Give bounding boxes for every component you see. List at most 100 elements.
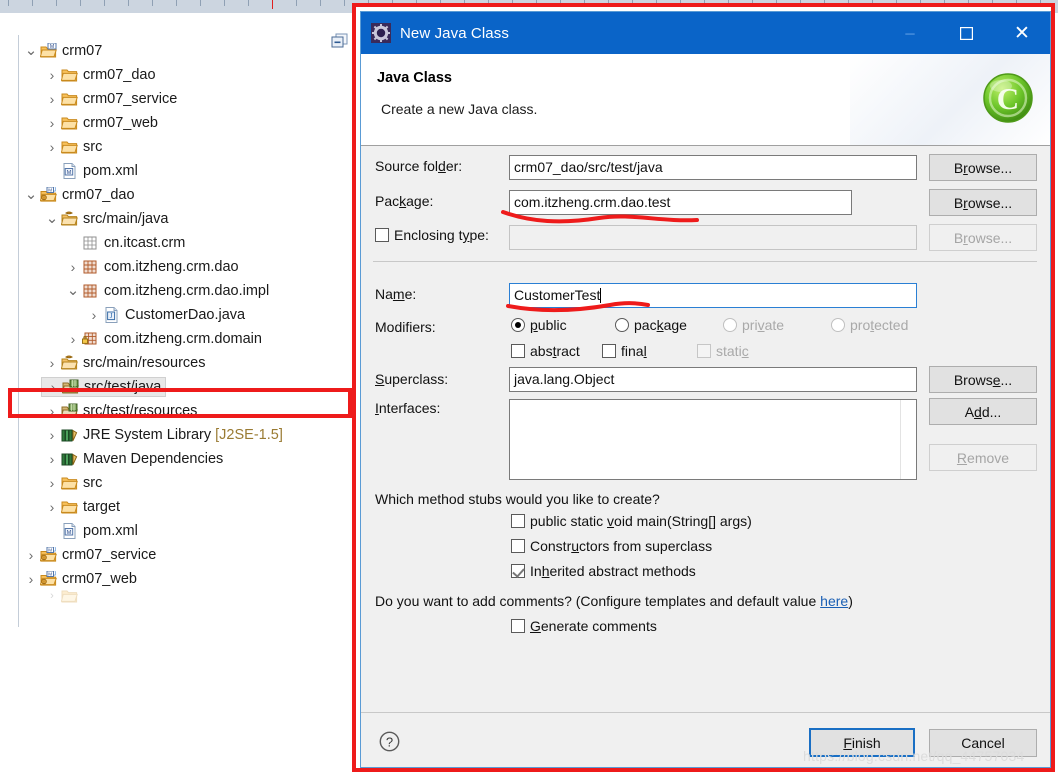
tree-item-cn-itcast-crm[interactable]: cn.itcast.crm [0, 231, 352, 255]
interfaces-listbox[interactable] [509, 399, 917, 480]
svg-text:?: ? [386, 734, 393, 749]
tree-item-jre-system-library[interactable]: › JRE System Library [J2SE-1.5] [0, 423, 352, 447]
tree-item-customerdao-java[interactable]: › J CustomerDao.java [0, 303, 352, 327]
tree-item-hit[interactable]: › JRE System Library [J2SE-1.5] [45, 425, 283, 445]
chevron-down-icon[interactable]: ⌄ [45, 211, 59, 226]
chevron-down-icon[interactable]: ⌄ [24, 187, 38, 202]
tree-item-hit[interactable]: › Maven Dependencies [45, 447, 224, 471]
modifier-radio-package[interactable]: package [615, 317, 687, 333]
tree-item-hit[interactable]: › crm07_dao [45, 65, 156, 85]
tree-item-crm07-dao[interactable]: ⌄ M J! crm07_dao [0, 183, 352, 207]
generate-comments-checkbox[interactable]: Generate comments [511, 618, 657, 634]
modifier-checkbox-label: final [621, 343, 647, 359]
tree-item-maven-dependencies[interactable]: › Maven Dependencies [0, 447, 352, 471]
package-browse-button[interactable]: Br owse... [929, 189, 1037, 216]
tree-item-pom-xml[interactable]: Mpom.xml [0, 519, 352, 543]
tree-item-hit[interactable]: › [45, 586, 82, 606]
chevron-down-icon[interactable]: ⌄ [24, 43, 38, 58]
tree-item-crm07[interactable]: ⌄ Mcrm07 [0, 39, 352, 63]
maximize-button[interactable] [938, 12, 994, 54]
generate-comments-row: Generate comments [511, 618, 657, 636]
method-stub-checkbox-inherited-abstract-methods[interactable]: Inherited abstract methods [511, 563, 696, 579]
package-input[interactable]: com.itzheng.crm.dao.test [509, 190, 852, 215]
tree-item-hit[interactable]: ⌄ com.itzheng.crm.dao.impl [66, 281, 270, 301]
chevron-right-icon[interactable]: › [45, 351, 59, 375]
tree-item-src[interactable]: › src [0, 135, 352, 159]
checkbox-indicator [511, 514, 525, 528]
tree-item-hit[interactable]: › src/main/resources [45, 351, 206, 375]
chevron-right-icon[interactable]: › [66, 327, 80, 351]
tree-item-crm07-service[interactable]: › crm07_service [0, 87, 352, 111]
tree-item-src[interactable]: › src [0, 471, 352, 495]
method-stub-checkbox-public-static-void-main-string-args-[interactable]: public static void main(String[] args) [511, 513, 752, 529]
chevron-right-icon[interactable]: › [45, 423, 59, 447]
enclosing-type-row[interactable]: Enclosing type: [375, 227, 489, 243]
name-input[interactable]: CustomerTest [509, 283, 917, 308]
modifier-checkbox-label: abstract [530, 343, 580, 359]
tree-item-crm07-web[interactable]: › crm07_web [0, 111, 352, 135]
configure-templates-link[interactable]: here [820, 593, 848, 609]
tree-item-hit[interactable]: cn.itcast.crm [66, 233, 185, 253]
modifier-radio-public[interactable]: public [511, 317, 567, 333]
chevron-right-icon[interactable]: › [45, 447, 59, 471]
chevron-right-icon[interactable]: › [45, 87, 59, 111]
method-stub-checkbox-constructors-from-superclass[interactable]: Constructors from superclass [511, 538, 712, 554]
superclass-input[interactable]: java.lang.Object [509, 367, 917, 392]
chevron-right-icon[interactable]: › [66, 255, 80, 279]
tree-item-hit[interactable]: Mpom.xml [45, 521, 138, 541]
tree-item-hit[interactable]: › src [45, 471, 103, 495]
chevron-right-icon[interactable]: › [45, 495, 59, 519]
modifier-checkbox-abstract[interactable]: abstract [511, 343, 580, 359]
enclosing-type-checkbox[interactable]: Enclosing type: [375, 227, 489, 243]
tree-item-com-itzheng-crm-domain[interactable]: › com.itzheng.crm.domain [0, 327, 352, 351]
chevron-right-icon[interactable]: › [24, 543, 38, 567]
tree-item-hit[interactable]: Mpom.xml [45, 161, 138, 181]
modifier-radio-label: package [634, 317, 687, 333]
chevron-right-icon[interactable]: › [45, 63, 59, 87]
tree-item-hit[interactable]: › crm07_web [45, 113, 158, 133]
chevron-right-icon[interactable]: › [45, 584, 59, 608]
tree-item-hit[interactable]: › com.itzheng.crm.domain [66, 329, 262, 349]
tree-item-crm07-service[interactable]: › M J! crm07_service [0, 543, 352, 567]
tree-item-hit[interactable]: › com.itzheng.crm.dao [66, 257, 239, 277]
minimize-button[interactable]: ─ [882, 12, 938, 54]
chevron-right-icon[interactable]: › [45, 471, 59, 495]
library-icon [59, 451, 79, 467]
project-tree[interactable]: ⌄ Mcrm07 › crm07_dao › crm07_service › crm07_we… [0, 39, 352, 603]
tree-item-hit[interactable]: › target [45, 497, 120, 517]
tree-item-hit[interactable]: › M J! crm07_service [24, 545, 156, 565]
interfaces-listbox-scroll-track[interactable] [900, 400, 901, 479]
tree-item-com-itzheng-crm-dao[interactable]: › com.itzheng.crm.dao [0, 255, 352, 279]
tree-item-hit[interactable]: › src [45, 135, 103, 159]
folder-icon [59, 475, 79, 491]
tree-item-crm07-dao[interactable]: › crm07_dao [0, 63, 352, 87]
chevron-down-icon[interactable]: ⌄ [66, 283, 80, 298]
help-question-icon[interactable]: ? [379, 731, 400, 752]
tree-item-hit[interactable]: ⌄ src/main/java [45, 209, 169, 229]
package-icon [80, 259, 100, 275]
superclass-row: Superclass: [375, 371, 448, 387]
tree-item-src-main-java[interactable]: ⌄ src/main/java [0, 207, 352, 231]
modifier-checkbox-final[interactable]: final [602, 343, 647, 359]
svg-text:M: M [67, 170, 72, 176]
close-button[interactable]: ✕ [994, 12, 1050, 54]
tree-item-target[interactable]: › target [0, 495, 352, 519]
tree-item-src-main-resources[interactable]: › src/main/resources [0, 351, 352, 375]
chevron-right-icon[interactable]: › [45, 111, 59, 135]
interfaces-add-button[interactable]: Ad d... [929, 398, 1037, 425]
source-folder-input[interactable]: crm07_dao/src/test/java [509, 155, 917, 180]
tree-item-hit[interactable]: › crm07_service [45, 87, 178, 111]
chevron-right-icon[interactable]: › [45, 135, 59, 159]
source-folder-browse-button[interactable]: Br owse... [929, 154, 1037, 181]
svg-text:J: J [54, 547, 57, 553]
chevron-right-icon[interactable]: › [87, 303, 101, 327]
chevron-right-icon[interactable]: › [24, 567, 38, 591]
tree-item-partial[interactable]: › [0, 590, 352, 603]
folder-icon [59, 139, 79, 155]
tree-item-hit[interactable]: ⌄ Mcrm07 [24, 41, 102, 61]
tree-item-pom-xml[interactable]: Mpom.xml [0, 159, 352, 183]
tree-item-hit[interactable]: › J CustomerDao.java [87, 305, 245, 325]
superclass-browse-button[interactable]: Brows e... [929, 366, 1037, 393]
tree-item-hit[interactable]: ⌄ M J! crm07_dao [24, 185, 135, 205]
tree-item-com-itzheng-crm-dao-impl[interactable]: ⌄ com.itzheng.crm.dao.impl [0, 279, 352, 303]
